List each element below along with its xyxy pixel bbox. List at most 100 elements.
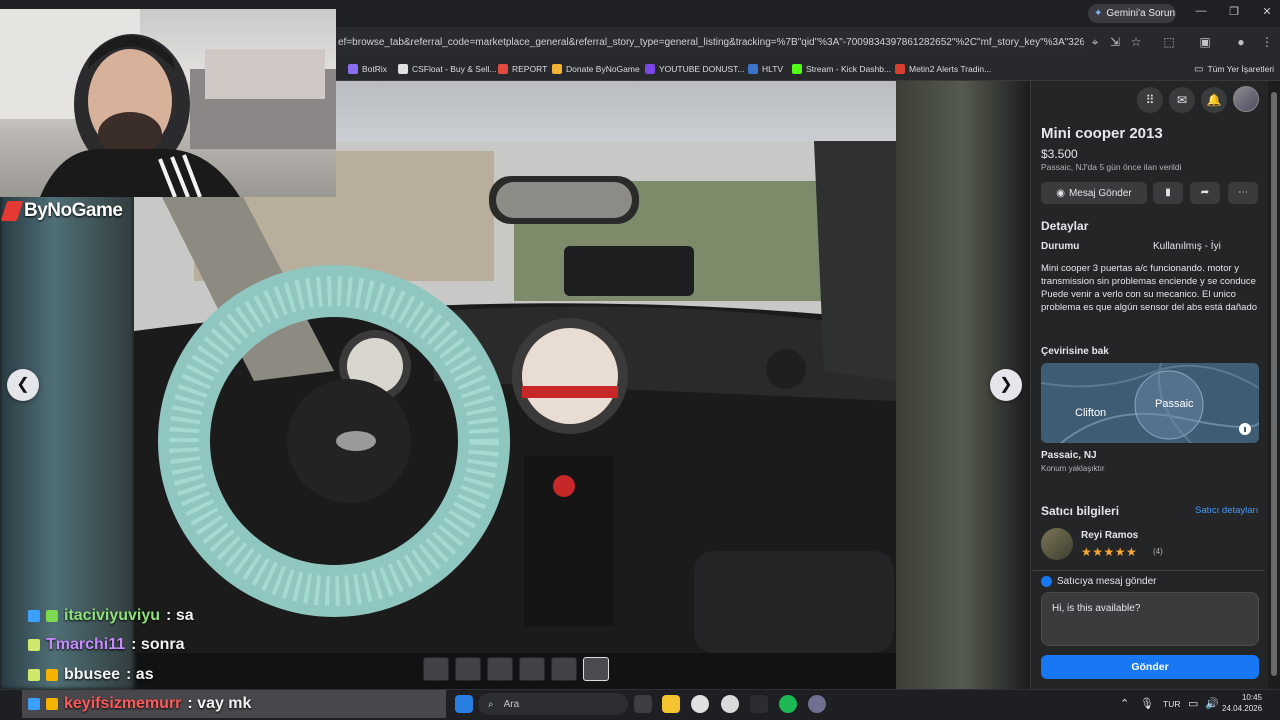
- chrome-icon[interactable]: [691, 695, 709, 713]
- bookmark-youtube[interactable]: YOUTUBE DONUST...: [645, 61, 744, 77]
- maximize-icon[interactable]: ❐: [1223, 5, 1245, 21]
- bookmark-label: Stream - Kick Dashb...: [806, 64, 892, 74]
- taskbar-search[interactable]: ⌕ Ara: [478, 693, 628, 715]
- gemini-button[interactable]: ✦ Gemini'a Sorun: [1088, 4, 1176, 23]
- location-map[interactable]: Clifton Passaic: [1041, 363, 1259, 443]
- bookmark-kick[interactable]: Stream - Kick Dashb...: [792, 61, 891, 77]
- tray-overflow-icon[interactable]: ⌃: [1120, 697, 1129, 710]
- location-city: Passaic, NJ: [1041, 450, 1097, 461]
- send-seller-label: Satıcıya mesaj gönder: [1057, 576, 1157, 587]
- seller-rating-count: (4): [1153, 547, 1163, 556]
- chat-username: Tmarchi11: [46, 636, 126, 653]
- seller-heading: Satıcı bilgileri: [1041, 504, 1120, 518]
- bookmark-metin2[interactable]: Metin2 Alerts Tradin...: [895, 61, 991, 77]
- apps-menu-icon[interactable]: ⠿: [1137, 87, 1163, 113]
- chat-text: : sa: [166, 607, 194, 624]
- seller-details-link[interactable]: Satıcı detayları: [1195, 505, 1258, 516]
- language-indicator[interactable]: TUR: [1163, 699, 1180, 709]
- metin2-icon: [895, 64, 905, 74]
- network-icon[interactable]: ▭: [1188, 697, 1198, 710]
- more-options-button[interactable]: ⋯: [1228, 182, 1258, 204]
- bookmark-star-icon[interactable]: ☆: [1127, 35, 1145, 51]
- botrix-icon: [348, 64, 358, 74]
- listing-posted: Passaic, NJ'da 5 gün önce ilan verildi: [1041, 162, 1182, 172]
- bookmark-hltv[interactable]: HLTV: [748, 61, 783, 77]
- location-icon[interactable]: ⌖: [1086, 35, 1104, 51]
- volume-icon[interactable]: 🔊: [1205, 697, 1219, 710]
- address-bar[interactable]: ef=browse_tab&referral_code=marketplace_…: [336, 30, 1084, 56]
- messenger-icon: [1041, 576, 1052, 587]
- extensions-icon[interactable]: ⬚: [1160, 35, 1178, 51]
- seller-avatar[interactable]: [1041, 528, 1073, 560]
- photo-thumbnail-selected[interactable]: [583, 657, 609, 681]
- send-button[interactable]: Gönder: [1041, 655, 1259, 679]
- bookmark-label: YOUTUBE DONUST...: [659, 64, 745, 74]
- photo-thumbnail[interactable]: [487, 657, 513, 681]
- profile-icon[interactable]: ●: [1232, 35, 1250, 51]
- scrollbar-thumb[interactable]: [1271, 92, 1277, 676]
- report-icon: [498, 64, 508, 74]
- details-heading: Detaylar: [1041, 219, 1089, 233]
- map-graphic: Clifton Passaic: [1041, 363, 1259, 443]
- sub-badge-icon: [28, 698, 40, 710]
- send-message-button[interactable]: ◉ Mesaj Gönder: [1041, 182, 1147, 204]
- tab-search-icon[interactable]: ▣: [1196, 35, 1214, 51]
- microphone-icon[interactable]: 🎙: [1140, 697, 1154, 710]
- chat-username: keyifsizmemurr: [64, 695, 182, 712]
- previous-photo-button[interactable]: ❮: [7, 369, 39, 401]
- share-button[interactable]: ➦: [1190, 182, 1220, 204]
- account-avatar[interactable]: [1233, 86, 1259, 112]
- file-explorer-icon[interactable]: [662, 695, 680, 713]
- notifications-icon[interactable]: 🔔: [1201, 87, 1227, 113]
- gemini-label: Gemini'a Sorun: [1106, 8, 1175, 19]
- obs-icon[interactable]: [808, 695, 826, 713]
- next-photo-button[interactable]: ❯: [990, 369, 1022, 401]
- save-button[interactable]: ▮: [1153, 182, 1183, 204]
- listing-title: Mini cooper 2013: [1041, 125, 1163, 142]
- brand-text: ByNoGame: [24, 200, 123, 221]
- bookmark-label: Metin2 Alerts Tradin...: [909, 64, 992, 74]
- photo-thumbnail[interactable]: [455, 657, 481, 681]
- windows-start-icon[interactable]: [455, 695, 473, 713]
- folder-icon: ▭: [1194, 63, 1204, 75]
- bynogame-logo: ByNoGame: [0, 200, 123, 222]
- verified-badge-icon: [46, 610, 58, 622]
- chat-text: : as: [126, 666, 154, 683]
- see-translation-link[interactable]: Çevirisine bak: [1041, 346, 1109, 357]
- seller-name[interactable]: Reyi Ramos: [1081, 530, 1138, 541]
- bookmark-botrix[interactable]: BotRix: [348, 61, 387, 77]
- chat-message: itaciviyuviyu : sa: [28, 604, 194, 628]
- photo-thumbnail[interactable]: [551, 657, 577, 681]
- photo-thumbnail[interactable]: [519, 657, 545, 681]
- close-icon[interactable]: ✕: [1256, 5, 1278, 21]
- bookmark-report[interactable]: REPORT: [498, 61, 547, 77]
- photo-thumbnail[interactable]: [423, 657, 449, 681]
- condition-value: Kullanılmış - İyi: [1153, 241, 1221, 252]
- minimize-icon[interactable]: —: [1190, 5, 1212, 21]
- menu-icon[interactable]: ⋮: [1258, 35, 1276, 51]
- bookmark-donate[interactable]: Donate ByNoGame: [552, 61, 640, 77]
- streamer-webcam: [0, 9, 336, 197]
- message-input[interactable]: Hi, is this available?: [1041, 592, 1259, 646]
- taskbar-clock[interactable]: 10:45 24.04.2026: [1222, 692, 1262, 714]
- search-icon: ⌕: [488, 698, 494, 710]
- bookmark-icon: ▮: [1165, 187, 1171, 198]
- sub-badge-icon: [28, 669, 40, 681]
- all-bookmarks[interactable]: ▭ Tüm Yer İşaretleri: [1194, 61, 1274, 77]
- chat-text: : vay mk: [187, 695, 252, 712]
- messenger-icon[interactable]: ✉: [1169, 87, 1195, 113]
- task-view-icon[interactable]: [634, 695, 652, 713]
- listing-price: $3.500: [1041, 147, 1078, 161]
- terminal-icon[interactable]: [750, 695, 768, 713]
- install-icon[interactable]: ⇲: [1106, 35, 1124, 51]
- bookmark-csfloat[interactable]: CSFloat - Buy & Sell...: [398, 61, 497, 77]
- spotify-icon[interactable]: [779, 695, 797, 713]
- kick-icon: [792, 64, 802, 74]
- map-label-passaic: Passaic: [1155, 398, 1194, 410]
- chevron-left-icon: ❮: [16, 376, 30, 393]
- bookmark-label: BotRix: [362, 64, 388, 74]
- steam-icon[interactable]: [721, 695, 739, 713]
- csfloat-icon: [398, 64, 408, 74]
- sub-badge-icon: [28, 639, 40, 651]
- send-seller-heading: Satıcıya mesaj gönder: [1041, 576, 1157, 587]
